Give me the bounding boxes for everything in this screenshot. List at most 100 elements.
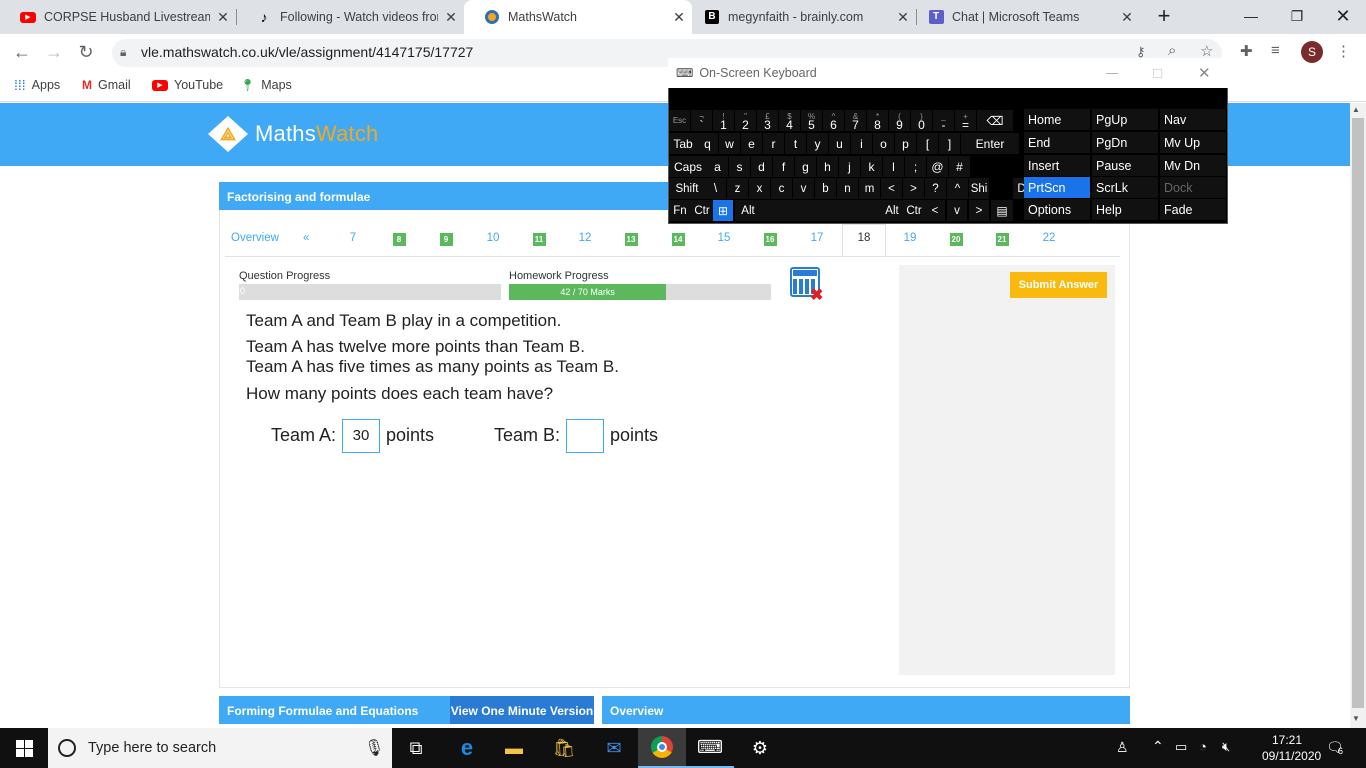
osk-key[interactable]: < [925, 200, 945, 221]
osk-key[interactable]: l [883, 156, 904, 177]
osk-key[interactable]: Caps [669, 156, 707, 177]
osk-key[interactable]: u [829, 133, 850, 154]
scroll-down-icon[interactable]: ▼ [1352, 714, 1360, 723]
osk-key[interactable]: m [859, 178, 880, 199]
file-explorer-icon[interactable]: ▬ [490, 728, 538, 768]
osk-key[interactable]: y [807, 133, 828, 154]
osk-key[interactable]: $4 [779, 110, 800, 131]
bookmark-maps[interactable]: 📍︎ Maps [240, 76, 292, 94]
microphone-icon[interactable]: 🎙︎ [364, 738, 384, 758]
osk-enter-key[interactable]: Enter [961, 133, 1019, 154]
osk-key[interactable]: ¬ ` [691, 110, 712, 131]
osk-space-key[interactable] [761, 200, 881, 221]
osk-nav-key[interactable]: Mv Up [1160, 132, 1226, 153]
osk-key[interactable]: Alt [735, 200, 761, 221]
reload-button[interactable]: ↻ [74, 40, 98, 64]
osk-key[interactable]: Ctr [903, 200, 925, 221]
battery-icon[interactable]: ▭ [1175, 739, 1187, 755]
edge-icon[interactable]: e [443, 728, 491, 768]
osk-key[interactable]: ! 1 [713, 110, 734, 131]
osk-minimize-button[interactable]: — [1106, 66, 1119, 80]
question-nav-item[interactable]: 15 [714, 232, 734, 246]
osk-key[interactable]: n [837, 178, 858, 199]
wifi-icon[interactable]: ◔ [1199, 739, 1207, 754]
osk-key[interactable]: q [697, 133, 718, 154]
osk-key[interactable]: a [707, 156, 728, 177]
restore-button[interactable]: ❐ [1274, 0, 1320, 32]
question-nav-item[interactable]: 20 [949, 233, 963, 246]
osk-key[interactable]: % 5 [801, 110, 822, 131]
question-nav-item[interactable]: 14 [671, 233, 685, 246]
osk-nav-key[interactable]: Pause [1092, 155, 1158, 176]
overview-bar[interactable]: Overview [602, 696, 1130, 724]
question-nav-item[interactable]: 21 [995, 233, 1009, 246]
osk-key[interactable]: ? [925, 178, 946, 199]
osk-title-bar[interactable]: ⌨ On-Screen Keyboard — ☐ ✕ [668, 58, 1228, 88]
osk-key[interactable]: \ [705, 178, 726, 199]
osk-key[interactable]: c [771, 178, 792, 199]
question-nav-item[interactable]: 22 [1039, 232, 1059, 246]
osk-key[interactable]: v [947, 200, 967, 221]
osk-nav-key[interactable]: Home [1024, 109, 1090, 130]
osk-key[interactable]: # [949, 156, 970, 177]
osk-nav-key[interactable]: Fade [1160, 199, 1226, 220]
osk-key[interactable]: k [861, 156, 882, 177]
osk-key[interactable]: ) 0 [911, 110, 932, 131]
osk-key[interactable]: Fn [669, 200, 691, 221]
tab-tiktok[interactable]: ♪ Following - Watch videos from ✕ [236, 0, 464, 34]
osk-key[interactable]: p [895, 133, 916, 154]
osk-nav-key[interactable]: Insert [1024, 155, 1090, 176]
osk-key[interactable]: _ - [933, 110, 954, 131]
osk-key[interactable]: > [969, 200, 989, 221]
osk-key[interactable]: t [785, 133, 806, 154]
osk-key[interactable]: Esc [669, 110, 690, 131]
osk-key[interactable]: s [729, 156, 750, 177]
osk-key[interactable]: z [727, 178, 748, 199]
osk-key[interactable]: g [795, 156, 816, 177]
osk-taskbar-icon[interactable]: ⌨ [686, 728, 734, 768]
osk-key[interactable]: ; [905, 156, 926, 177]
view-one-minute-button[interactable]: View One Minute Version [450, 696, 594, 724]
osk-key[interactable]: & 7 [845, 110, 866, 131]
osk-key[interactable]: j [839, 156, 860, 177]
osk-key[interactable]: [ [917, 133, 938, 154]
question-nav-item[interactable]: 10 [483, 232, 503, 246]
osk-key[interactable]: Shift [669, 178, 705, 199]
forward-button[interactable]: → [42, 40, 66, 64]
mathswatch-logo[interactable]: ⟁ MathsWatch [208, 116, 378, 152]
team-a-input[interactable]: 30 [342, 419, 380, 453]
volume-muted-icon[interactable]: 🔇︎ [1222, 739, 1230, 755]
chrome-icon[interactable] [638, 728, 686, 768]
back-button[interactable]: ← [10, 40, 34, 64]
osk-key[interactable]: i [851, 133, 872, 154]
settings-gear-icon[interactable]: ⚙ [736, 728, 784, 768]
osk-maximize-button[interactable]: ☐ [1152, 66, 1163, 81]
tab-brainly[interactable]: B megynfaith - brainly.com ✕ [684, 0, 916, 34]
question-nav-item[interactable]: 16 [763, 233, 777, 246]
media-queue-icon[interactable]: ≡ [1271, 42, 1280, 59]
menu-key-icon[interactable]: ▤ [991, 200, 1013, 221]
osk-nav-key[interactable]: PgUp [1092, 109, 1158, 130]
close-icon[interactable]: ✕ [438, 9, 464, 26]
osk-nav-key[interactable]: PrtScn [1024, 177, 1090, 198]
osk-key[interactable]: @ [927, 156, 948, 177]
osk-key[interactable]: e [741, 133, 762, 154]
tab-mathswatch[interactable]: MathsWatch ✕ [464, 0, 692, 34]
question-nav-item[interactable]: 19 [900, 232, 920, 246]
osk-key[interactable]: £3 [757, 110, 778, 131]
bookmark-youtube[interactable]: ▶ YouTube [152, 76, 223, 94]
osk-key[interactable]: > [903, 178, 924, 199]
osk-key[interactable]: v [793, 178, 814, 199]
calculator-icon[interactable]: ✖ [790, 267, 823, 304]
submit-answer-button[interactable]: Submit Answer [1010, 272, 1107, 298]
osk-key[interactable]: " 2 [735, 110, 756, 131]
clock[interactable]: 17:21 09/11/2020 [1262, 732, 1321, 764]
osk-nav-key[interactable]: Nav [1160, 109, 1226, 130]
lock-icon[interactable]: 🔒︎ [120, 45, 126, 60]
question-nav-item[interactable]: 11 [532, 233, 546, 246]
question-nav-item[interactable]: 17 [807, 232, 827, 246]
scroll-up-icon[interactable]: ▲ [1352, 105, 1360, 114]
bookmark-apps[interactable]: ⁞⁞⁞ Apps [14, 76, 60, 94]
windows-key-icon[interactable]: ⊞ [713, 200, 733, 221]
scrollbar-thumb[interactable] [1352, 118, 1364, 708]
